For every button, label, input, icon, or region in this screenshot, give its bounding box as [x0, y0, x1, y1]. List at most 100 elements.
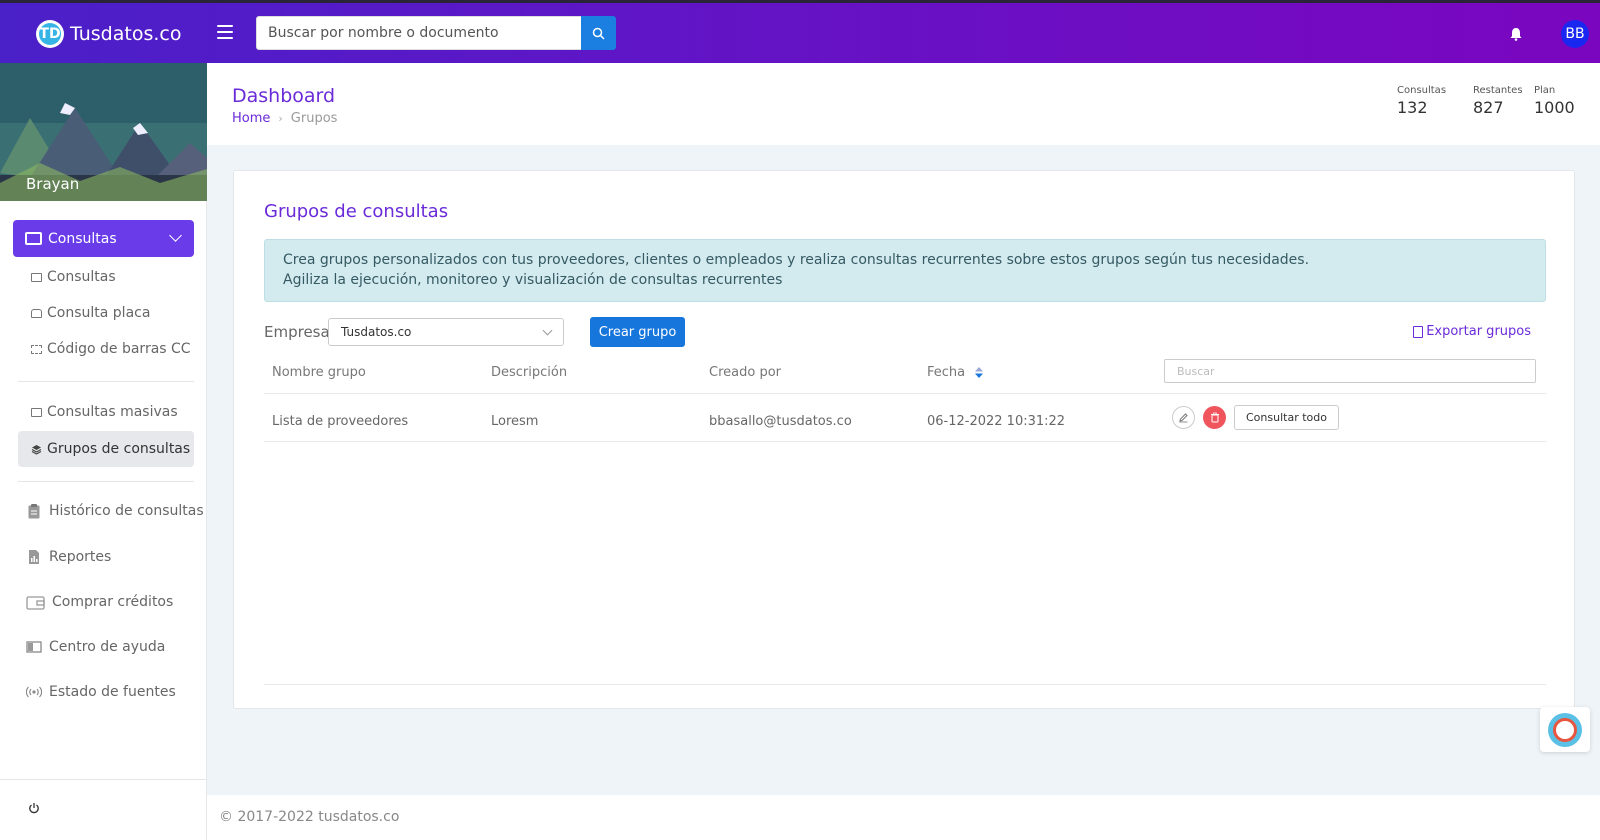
stat-consultas: Consultas 132 [1397, 85, 1446, 117]
brand-name: Tusdatos.co [70, 23, 182, 45]
sidebar: Brayan Consultas Consultas Consulta plac… [0, 63, 207, 840]
info-text-line: Crea grupos personalizados con tus prove… [283, 252, 1310, 268]
column-header-descripcion: Descripción [491, 365, 568, 380]
sidebar-item-label: Estado de fuentes [49, 684, 176, 700]
document-icon [31, 272, 42, 282]
pencil-icon [1179, 413, 1188, 423]
excel-file-icon [1413, 325, 1424, 338]
cell-fecha: 06-12-2022 10:31:22 [927, 414, 1066, 429]
cell-creado-por: bbasallo@tusdatos.co [709, 414, 852, 429]
table-search-input[interactable] [1164, 359, 1536, 383]
sidebar-item-label: Consultas masivas [47, 404, 178, 420]
create-group-button[interactable]: Crear grupo [590, 317, 685, 347]
brand-logo[interactable]: TD Tusdatos.co [36, 20, 181, 48]
chat-icon [1548, 712, 1582, 747]
page-footer: © 2017-2022 tusdatos.co [207, 795, 1600, 840]
user-name: Brayan [26, 175, 80, 193]
breadcrumb-home[interactable]: Home [232, 111, 270, 126]
search-icon [592, 27, 605, 40]
stat-label: Consultas [1397, 85, 1447, 96]
logo-icon: TD [36, 20, 64, 48]
groups-card: Grupos de consultas Crea grupos personal… [233, 170, 1575, 709]
column-header-nombre: Nombre grupo [272, 365, 366, 380]
column-header-creado-por: Creado por [709, 365, 781, 380]
sidebar-item-grupos-consultas[interactable]: Grupos de consultas [18, 431, 194, 467]
stat-plan: Plan 1000 [1534, 85, 1575, 117]
nav-consultas-section[interactable]: Consultas [13, 220, 194, 257]
column-header-label: Fecha [927, 365, 966, 380]
document-icon [25, 232, 42, 245]
chevron-down-icon [169, 229, 182, 242]
clipboard-icon [28, 504, 40, 519]
empresa-selected-value: Tusdatos.co [341, 325, 412, 339]
sidebar-item-comprar-creditos[interactable]: Comprar créditos [26, 594, 173, 610]
sidebar-footer-divider [0, 779, 207, 780]
chevron-down-icon [542, 325, 553, 336]
document-icon [31, 407, 42, 417]
card-title: Grupos de consultas [264, 201, 449, 222]
search-button[interactable] [581, 16, 616, 50]
sidebar-item-consultas-masivas[interactable]: Consultas masivas [31, 404, 178, 420]
bell-icon[interactable] [1509, 27, 1523, 41]
export-groups-link[interactable]: Exportar grupos [1413, 324, 1531, 339]
sort-icon [975, 367, 984, 378]
stat-value: 1000 [1534, 98, 1575, 117]
sidebar-item-consultas[interactable]: Consultas [31, 269, 116, 285]
column-header-fecha[interactable]: Fecha [927, 365, 984, 380]
sidebar-item-label: Histórico de consultas [49, 503, 204, 519]
search-input[interactable] [256, 16, 582, 50]
sidebar-item-codigo-barras[interactable]: Código de barras CC [31, 341, 191, 357]
export-label: Exportar grupos [1426, 324, 1531, 339]
user-avatar[interactable]: BB [1561, 20, 1589, 48]
sidebar-divider [18, 481, 194, 482]
sidebar-item-label: Código de barras CC [47, 341, 191, 357]
sidebar-item-reportes[interactable]: Reportes [26, 549, 111, 565]
empresa-select[interactable]: Tusdatos.co [328, 318, 564, 346]
empresa-label: Empresa [264, 323, 330, 341]
sidebar-item-label: Reportes [49, 549, 112, 565]
barcode-icon [31, 344, 42, 354]
info-alert: Crea grupos personalizados con tus prove… [264, 239, 1546, 302]
stat-value: 132 [1397, 98, 1428, 117]
cell-nombre: Lista de proveedores [272, 414, 409, 429]
sidebar-item-historico[interactable]: Histórico de consultas [26, 503, 204, 519]
info-text-line: Agiliza la ejecución, monitoreo y visual… [283, 272, 783, 288]
layers-icon [31, 444, 42, 455]
sidebar-item-label: Consulta placa [47, 305, 151, 321]
broadcast-icon [26, 686, 42, 698]
stat-restantes: Restantes 827 [1473, 85, 1523, 117]
sidebar-item-label: Comprar créditos [52, 594, 174, 610]
page-header: Dashboard Home › Grupos Consultas 132 Re… [207, 63, 1600, 145]
nav-consultas-label: Consultas [48, 230, 117, 247]
stat-label: Restantes [1473, 85, 1523, 96]
trash-icon [1210, 412, 1219, 423]
table-bottom-divider [264, 684, 1546, 685]
cell-descripcion: Loresm [491, 414, 539, 429]
edit-button[interactable] [1172, 406, 1195, 429]
sidebar-item-consulta-placa[interactable]: Consulta placa [31, 305, 150, 321]
chevron-right-icon: › [278, 112, 283, 125]
sidebar-item-label: Consultas [47, 269, 116, 285]
stat-label: Plan [1534, 85, 1556, 96]
menu-toggle-icon[interactable] [217, 25, 233, 39]
sidebar-item-estado-fuentes[interactable]: Estado de fuentes [26, 684, 176, 700]
table-header-divider [264, 393, 1546, 394]
copyright-text: © 2017-2022 tusdatos.co [219, 809, 400, 825]
sidebar-item-centro-ayuda[interactable]: Centro de ayuda [26, 639, 165, 655]
table-row-divider [264, 441, 1546, 442]
report-icon [29, 550, 39, 564]
page-title: Dashboard [232, 85, 336, 107]
sidebar-item-label: Centro de ayuda [49, 639, 166, 655]
power-icon[interactable] [28, 802, 40, 814]
consult-all-button[interactable]: Consultar todo [1234, 405, 1339, 430]
chat-support-widget[interactable] [1540, 707, 1590, 752]
delete-button[interactable] [1203, 406, 1226, 429]
sidebar-divider [18, 381, 194, 382]
profile-banner: Brayan [0, 63, 207, 201]
breadcrumb-current: Grupos [290, 111, 338, 126]
sidebar-item-label: Grupos de consultas [47, 441, 191, 457]
stat-value: 827 [1473, 98, 1504, 117]
breadcrumb: Home › Grupos [232, 111, 337, 126]
top-navbar: TD Tusdatos.co BB [0, 0, 1600, 63]
car-icon [31, 308, 42, 318]
